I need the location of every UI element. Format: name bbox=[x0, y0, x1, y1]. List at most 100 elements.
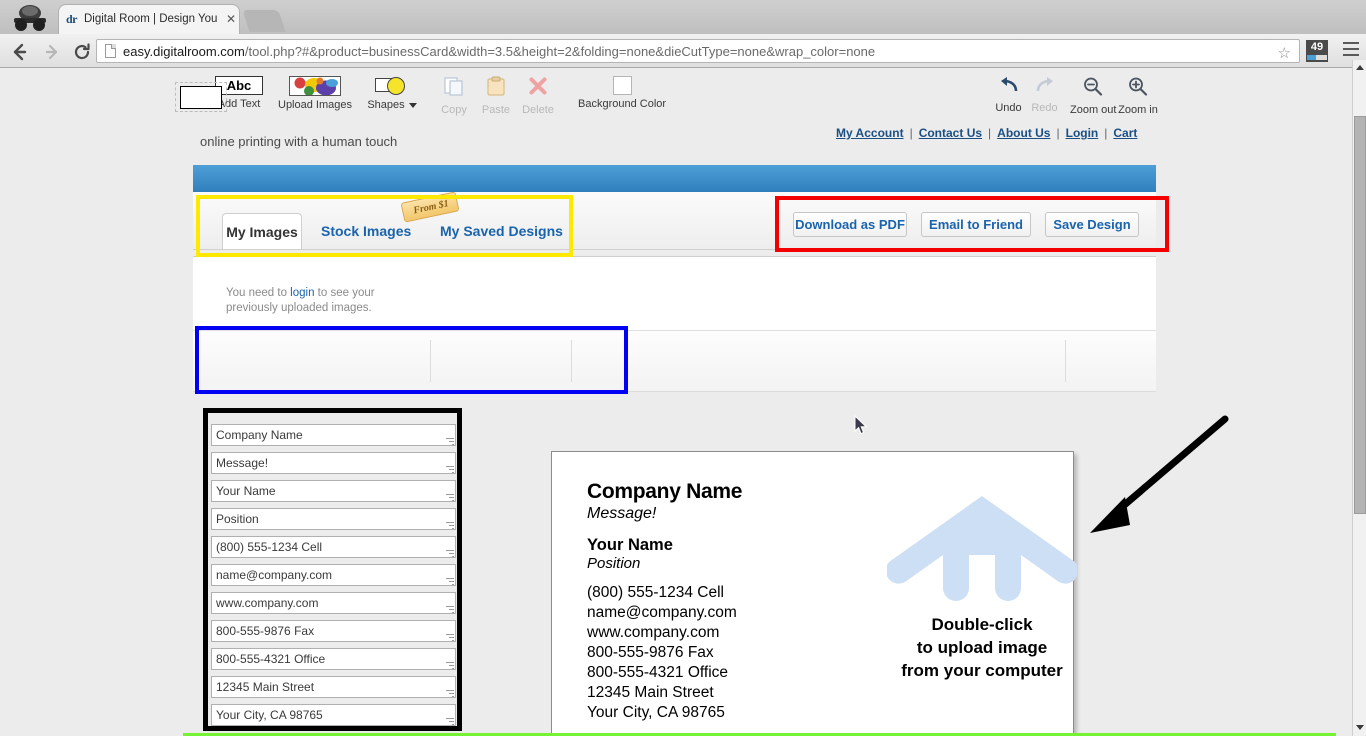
address-bar[interactable]: easy.digitalroom.com/tool.php?#&product=… bbox=[96, 39, 1300, 63]
field-street[interactable] bbox=[211, 676, 456, 698]
bookmark-star-icon[interactable]: ☆ bbox=[1278, 44, 1291, 62]
nav-link-about-us[interactable]: About Us bbox=[997, 126, 1050, 140]
card-message[interactable]: Message! bbox=[587, 505, 837, 523]
zoom-out-button[interactable]: Zoom out bbox=[1070, 76, 1116, 116]
field-email[interactable] bbox=[211, 564, 456, 586]
tab-my-saved-designs[interactable]: My Saved Designs bbox=[440, 213, 563, 250]
zoom-in-button[interactable]: Zoom in bbox=[1118, 76, 1158, 116]
card-line[interactable]: 12345 Main Street bbox=[587, 683, 837, 703]
card-line[interactable]: Your City, CA 98765 bbox=[587, 703, 837, 723]
card-line[interactable]: name@company.com bbox=[587, 603, 837, 623]
upload-instruction-text: Double-click to upload image from your com… bbox=[827, 613, 1137, 682]
page-info-icon bbox=[105, 44, 116, 58]
undo-button[interactable]: Undo bbox=[993, 76, 1024, 114]
field-row bbox=[211, 452, 456, 474]
login-notice-pre: You need to bbox=[226, 287, 291, 299]
card-line[interactable]: 800-555-9876 Fax bbox=[587, 643, 837, 663]
email-to-friend-button[interactable]: Email to Friend bbox=[921, 212, 1031, 237]
business-card-canvas[interactable]: Company Name Message! Your Name Position… bbox=[551, 451, 1079, 736]
text-fields-panel bbox=[211, 424, 456, 732]
tab-close-icon[interactable]: ✕ bbox=[226, 12, 236, 26]
browser-menu-icon[interactable] bbox=[1343, 42, 1359, 56]
paste-button[interactable]: Paste bbox=[479, 76, 513, 116]
browser-tabstrip: dr Digital Room | Design You ✕ bbox=[0, 0, 1366, 34]
field-position[interactable] bbox=[211, 508, 456, 530]
field-city-state-zip[interactable] bbox=[211, 704, 456, 726]
upload-instruction-line: to upload image bbox=[916, 638, 1048, 657]
card-contact-lines[interactable]: (800) 555-1234 Cell name@company.com www… bbox=[587, 583, 837, 723]
delete-button[interactable]: Delete bbox=[521, 76, 555, 116]
page-scrollbar-vertical[interactable] bbox=[1352, 60, 1366, 736]
field-row bbox=[211, 648, 456, 670]
nav-sep: | bbox=[1104, 126, 1108, 140]
page-viewport: My Account | Contact Us | About Us | Login | Car… bbox=[0, 68, 1352, 736]
field-row bbox=[211, 536, 456, 558]
field-company-name[interactable] bbox=[211, 424, 456, 446]
nav-sep: | bbox=[988, 126, 992, 140]
card-your-name[interactable]: Your Name bbox=[587, 536, 837, 555]
tab-favicon: dr bbox=[66, 12, 78, 26]
tab-my-images[interactable]: My Images bbox=[222, 213, 302, 250]
circle-shape-icon bbox=[387, 77, 405, 95]
toolbar-separator bbox=[1065, 340, 1066, 382]
reload-icon[interactable] bbox=[72, 42, 92, 62]
image-upload-placeholder[interactable]: Double-click to upload image from your com… bbox=[827, 492, 1137, 682]
toolbar-separator bbox=[430, 340, 431, 382]
shapes-icon bbox=[375, 76, 409, 96]
field-fax[interactable] bbox=[211, 620, 456, 642]
upload-images-icon bbox=[289, 76, 341, 96]
tab-stock-images[interactable]: Stock Images bbox=[321, 213, 411, 250]
card-line[interactable]: 800-555-4321 Office bbox=[587, 663, 837, 683]
extension-badge-count: 49 bbox=[1310, 41, 1324, 53]
redo-button[interactable]: Redo bbox=[1029, 76, 1060, 114]
chevron-down-icon bbox=[408, 102, 417, 108]
shapes-button[interactable]: Shapes bbox=[363, 76, 421, 111]
field-your-name[interactable] bbox=[211, 480, 456, 502]
site-content: My Account | Contact Us | About Us | Login | Car… bbox=[0, 68, 1352, 736]
field-website[interactable] bbox=[211, 592, 456, 614]
extension-badge[interactable]: 49 bbox=[1306, 40, 1328, 62]
scrollbar-thumb[interactable] bbox=[1354, 116, 1366, 514]
card-line[interactable]: (800) 555-1234 Cell bbox=[587, 583, 837, 603]
nav-link-cart[interactable]: Cart bbox=[1113, 126, 1137, 140]
nav-link-my-account[interactable]: My Account bbox=[836, 126, 904, 140]
scrollbar-up-arrow[interactable] bbox=[1353, 60, 1366, 76]
background-color-button[interactable]: Background Color bbox=[578, 76, 666, 110]
card-position[interactable]: Position bbox=[587, 555, 837, 572]
scrollbar-down-arrow[interactable] bbox=[1353, 720, 1366, 736]
forward-icon[interactable] bbox=[42, 42, 62, 62]
field-row bbox=[211, 592, 456, 614]
undo-label: Undo bbox=[995, 102, 1022, 114]
upload-images-button[interactable]: Upload Images bbox=[277, 76, 353, 111]
nav-sep: | bbox=[909, 126, 913, 140]
login-link[interactable]: login bbox=[290, 287, 314, 299]
card-text-block[interactable]: Company Name Message! Your Name Position… bbox=[587, 480, 837, 723]
tabs-underline bbox=[193, 249, 1156, 250]
zoom-in-label: Zoom in bbox=[1118, 104, 1158, 116]
design-tool-header-bar bbox=[193, 165, 1156, 192]
nav-link-contact-us[interactable]: Contact Us bbox=[919, 126, 982, 140]
field-row bbox=[211, 704, 456, 726]
back-icon[interactable] bbox=[10, 42, 30, 62]
field-row bbox=[211, 676, 456, 698]
nav-link-login[interactable]: Login bbox=[1066, 126, 1099, 140]
field-cell-phone[interactable] bbox=[211, 536, 456, 558]
field-message[interactable] bbox=[211, 452, 456, 474]
upload-arrow-icon bbox=[885, 496, 1079, 601]
toolbar-separator bbox=[571, 340, 572, 382]
download-as-pdf-button[interactable]: Download as PDF bbox=[793, 212, 907, 237]
url-text: easy.digitalroom.com/tool.php?#&product=… bbox=[123, 44, 875, 59]
field-office-phone[interactable] bbox=[211, 648, 456, 670]
url-path: /tool.php?#&product=businessCard&width=3… bbox=[244, 44, 876, 59]
card-line[interactable]: www.company.com bbox=[587, 623, 837, 643]
new-tab-button[interactable] bbox=[242, 10, 286, 32]
upload-images-label: Upload Images bbox=[278, 99, 352, 111]
copy-label: Copy bbox=[441, 104, 467, 116]
url-host: easy.digitalroom.com bbox=[123, 44, 245, 59]
copy-button[interactable]: Copy bbox=[437, 76, 471, 116]
tab-title: Digital Room | Design You bbox=[84, 13, 218, 25]
login-notice: You need to login to see your previously… bbox=[226, 286, 406, 316]
save-design-button[interactable]: Save Design bbox=[1045, 212, 1139, 237]
card-company-name[interactable]: Company Name bbox=[587, 480, 837, 504]
field-row bbox=[211, 620, 456, 642]
